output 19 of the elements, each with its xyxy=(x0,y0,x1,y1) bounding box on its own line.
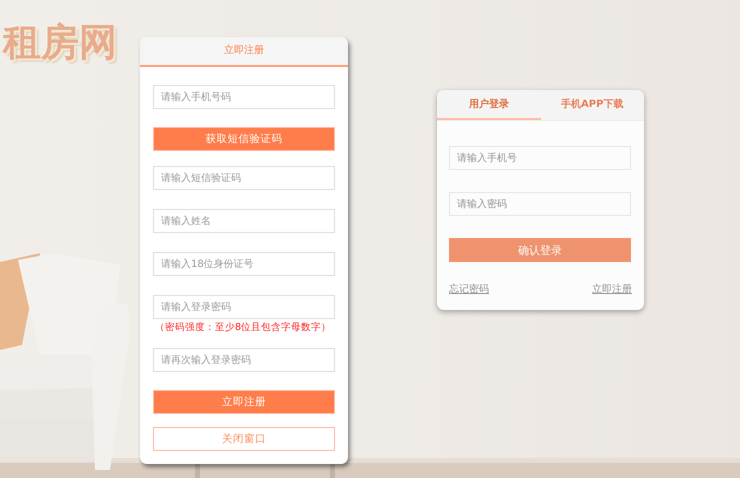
dialog-title: 立即注册 xyxy=(140,37,348,67)
tab[interactable]: 用户登录 xyxy=(437,90,540,120)
password-hint: （密码强度：至少8位且包含字母数字） xyxy=(155,322,332,334)
input-field[interactable]: 请输入密码 xyxy=(449,192,631,216)
page-title: 租房网 xyxy=(3,19,117,66)
input-field[interactable]: 请输入姓名 xyxy=(153,209,335,233)
input-field[interactable]: 请再次输入登录密码 xyxy=(153,348,335,372)
link[interactable]: 立即注册 xyxy=(592,282,632,296)
tab[interactable]: 手机APP下载 xyxy=(540,90,644,120)
input-field[interactable]: 请输入登录密码 xyxy=(153,295,335,319)
action-button[interactable]: 获取短信验证码 xyxy=(153,127,335,151)
login-button[interactable]: 确认登录 xyxy=(449,238,631,262)
input-field[interactable]: 请输入18位身份证号 xyxy=(153,252,335,276)
close-button[interactable]: 关闭窗口 xyxy=(153,427,335,451)
link[interactable]: 忘记密码 xyxy=(449,282,489,296)
input-field[interactable]: 请输入短信验证码 xyxy=(153,166,335,190)
input-field[interactable]: 请输入手机号 xyxy=(449,146,631,170)
input-field[interactable]: 请输入手机号码 xyxy=(153,85,335,109)
action-button[interactable]: 立即注册 xyxy=(153,390,335,414)
